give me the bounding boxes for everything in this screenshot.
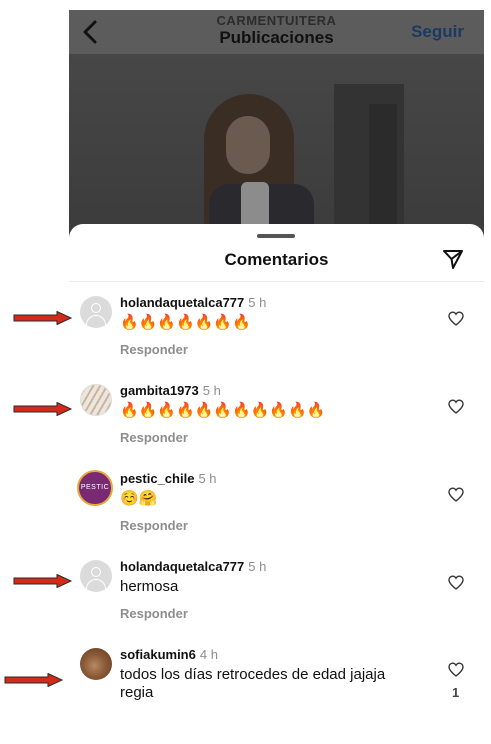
comment-username[interactable]: holandaquetalca777 [120,559,244,574]
heart-icon[interactable] [448,487,464,502]
avatar[interactable] [80,648,112,680]
red-arrow-icon [4,673,64,687]
reply-button[interactable]: Responder [120,518,188,533]
comment-time: 5 h [202,383,221,398]
comment-text: hermosa [120,578,179,595]
heart-icon[interactable] [448,662,464,677]
follow-button[interactable]: Seguir [411,22,464,42]
comment-time: 5 h [248,295,267,310]
avatar[interactable] [80,296,112,328]
comment-username[interactable]: holandaquetalca777 [120,295,244,310]
comment-username[interactable]: sofiakumin6 [120,647,196,662]
send-icon[interactable] [442,248,464,270]
heart-icon[interactable] [448,575,464,590]
comment-time: 5 h [198,471,217,486]
heart-icon[interactable] [448,311,464,326]
avatar[interactable]: PESTIC [77,470,113,506]
comment-username[interactable]: pestic_chile [120,471,194,486]
avatar[interactable] [80,560,112,592]
reply-button[interactable]: Responder [120,430,188,445]
top-bar: CARMENTUITERA Publicaciones Seguir [69,10,484,54]
post-image [69,54,484,244]
comment-text: ☺️🤗 [120,490,158,507]
reply-button[interactable]: Responder [120,342,188,357]
comment-text: todos los días retrocedes de edad jajaja… [120,666,386,701]
divider [69,281,484,282]
heart-icon[interactable] [448,399,464,414]
red-arrow-icon [13,402,73,416]
comment-username[interactable]: gambita1973 [120,383,199,398]
comments-title: Comentarios [224,250,329,269]
like-count: 1 [452,685,460,700]
sheet-drag-handle[interactable] [257,234,295,238]
comment-text: 🔥🔥🔥🔥🔥🔥🔥🔥🔥🔥🔥 [120,402,326,419]
avatar[interactable] [80,384,112,416]
reply-button[interactable]: Responder [120,606,188,621]
comment-time: 4 h [199,647,218,662]
red-arrow-icon [13,574,73,588]
comment-time: 5 h [248,559,267,574]
red-arrow-icon [13,311,73,325]
comment-text: 🔥🔥🔥🔥🔥🔥🔥 [120,314,251,331]
